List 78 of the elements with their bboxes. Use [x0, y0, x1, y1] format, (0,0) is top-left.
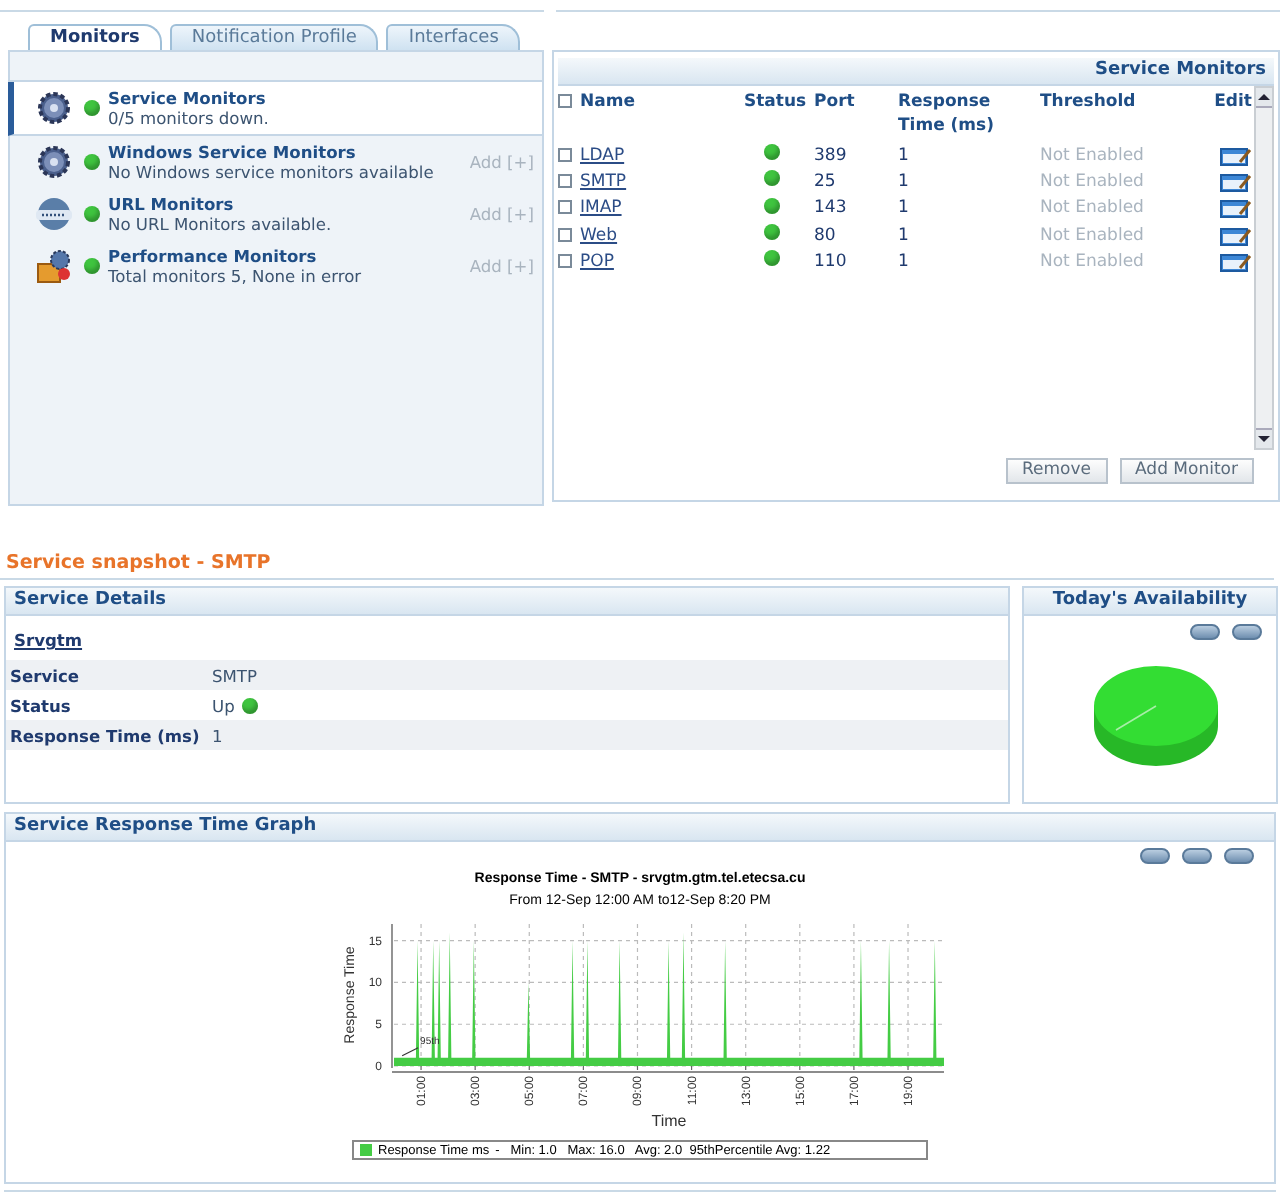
- column-header: Status: [744, 90, 809, 114]
- detail-value: 1: [212, 725, 223, 745]
- table-cell-text: 143: [814, 198, 849, 219]
- availability-pie-drawing: [1092, 664, 1220, 768]
- monitor-name-link[interactable]: IMAP: [580, 198, 622, 219]
- table-cell-text: Not Enabled: [1040, 225, 1146, 246]
- monitor-name-link[interactable]: POP: [580, 251, 614, 272]
- package-gear-icon: [36, 248, 72, 284]
- tab[interactable]: Interfaces: [386, 24, 521, 50]
- edit-icon[interactable]: [1220, 225, 1252, 246]
- x-axis-label: Time: [651, 1112, 687, 1130]
- row-checkbox[interactable]: [558, 253, 572, 268]
- table-cell-text: 25: [814, 171, 838, 192]
- small-button[interactable]: [1140, 848, 1170, 864]
- monitor-group-item[interactable]: Service Monitors 0/5 monitors down.: [8, 82, 542, 136]
- small-button[interactable]: [1224, 848, 1254, 864]
- monitor-group-item[interactable]: Windows Service Monitors No Windows service monitors available Add [+]: [8, 136, 542, 188]
- globe-icon: [36, 196, 72, 232]
- edit-icon[interactable]: [1220, 251, 1252, 272]
- table-cell-text: Not Enabled: [1040, 145, 1146, 166]
- table-cell-text: Not Enabled: [1040, 198, 1146, 219]
- scrollbar[interactable]: [1254, 86, 1274, 450]
- detail-value: Up: [212, 695, 235, 715]
- row-checkbox[interactable]: [558, 227, 572, 242]
- panel-title: Service Response Time Graph: [6, 814, 1274, 842]
- monitor-name-link[interactable]: SMTP: [580, 171, 627, 192]
- detail-label: Response Time (ms): [10, 725, 202, 745]
- edit-icon[interactable]: [1220, 198, 1252, 219]
- column-header: Name: [580, 92, 635, 112]
- table-cell-text: 1: [898, 225, 911, 246]
- host-link[interactable]: Srvgtm: [14, 630, 83, 650]
- table-cell-text: 389: [814, 145, 849, 166]
- monitor-group-title: Service Monitors: [108, 88, 268, 108]
- edit-icon[interactable]: [1220, 171, 1252, 192]
- table-cell-text: 1: [898, 251, 911, 272]
- monitor-group-summary: No Windows service monitors available: [108, 162, 436, 182]
- monitor-group-title: Windows Service Monitors: [108, 142, 358, 162]
- gear-icon: [36, 144, 72, 180]
- small-button[interactable]: [1232, 624, 1262, 640]
- row-checkbox[interactable]: [558, 173, 572, 188]
- gear-icon: [36, 90, 72, 126]
- column-header: Response Time (ms): [898, 90, 996, 138]
- table-cell-text: 1: [898, 145, 911, 166]
- tab[interactable]: Notification Profile: [169, 24, 379, 50]
- monitor-group-title: URL Monitors: [108, 194, 236, 214]
- action-button[interactable]: Add Monitor: [1119, 458, 1254, 484]
- table-cell-text: Not Enabled: [1040, 251, 1146, 272]
- select-all-checkbox[interactable]: [558, 94, 572, 108]
- monitor-group-summary: Total monitors 5, None in error: [108, 266, 364, 286]
- row-checkbox[interactable]: [558, 147, 572, 162]
- monitor-name-link[interactable]: LDAP: [580, 145, 625, 166]
- small-button[interactable]: [1182, 848, 1212, 864]
- detail-value: SMTP: [212, 665, 257, 685]
- column-header: Edit: [1212, 90, 1252, 114]
- section-title: Service snapshot - SMTP: [4, 552, 273, 576]
- monitor-group-title: Performance Monitors: [108, 246, 319, 266]
- edit-icon[interactable]: [1220, 145, 1252, 166]
- table-cell-text: Not Enabled: [1040, 171, 1146, 192]
- table-cell-text: 1: [898, 198, 911, 219]
- column-header: Threshold: [1040, 90, 1138, 114]
- table-cell-text: 1: [898, 171, 911, 192]
- table-cell-text: 110: [814, 251, 849, 272]
- small-button[interactable]: [1190, 624, 1220, 640]
- action-button[interactable]: Remove: [1006, 458, 1108, 484]
- detail-label: Status: [10, 695, 73, 715]
- monitor-name-link[interactable]: Web: [580, 225, 618, 246]
- panel-title: Today's Availability: [1024, 588, 1276, 616]
- monitor-group-item[interactable]: URL Monitors No URL Monitors available. Add [+]: [8, 188, 542, 240]
- table-cell-text: 80: [814, 225, 838, 246]
- column-header: Port: [814, 90, 857, 114]
- monitor-group-item[interactable]: Performance Monitors Total monitors 5, None in error Add [+]: [8, 240, 542, 292]
- tab[interactable]: Monitors: [28, 24, 162, 50]
- monitor-group-summary: No URL Monitors available.: [108, 214, 334, 234]
- panel-title: Service Details: [6, 588, 1008, 616]
- detail-label: Service: [10, 665, 81, 685]
- row-checkbox[interactable]: [558, 200, 572, 215]
- panel-title: Service Monitors: [558, 58, 1274, 86]
- monitor-group-summary: 0/5 monitors down.: [108, 108, 271, 128]
